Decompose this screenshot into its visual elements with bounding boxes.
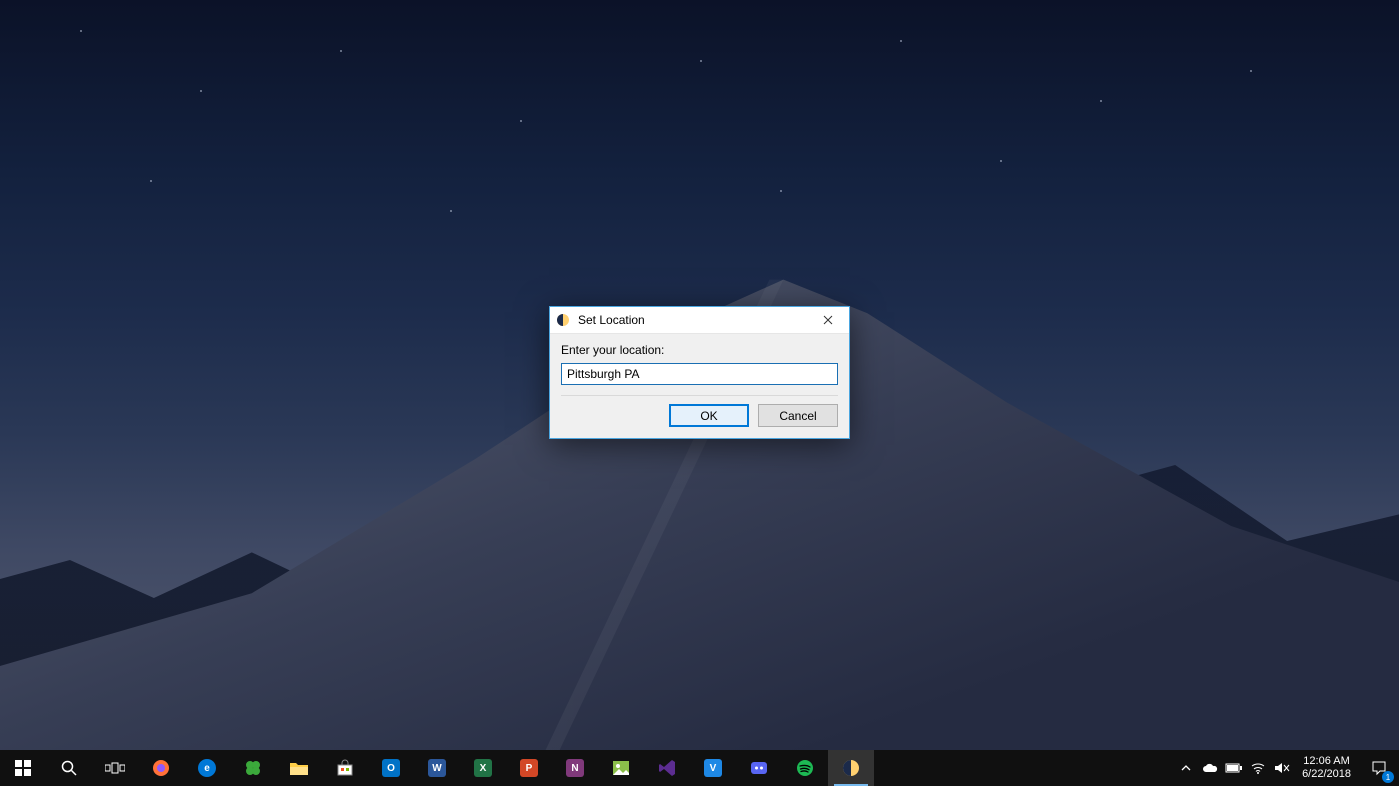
location-input[interactable] bbox=[561, 363, 838, 385]
taskbar-flux-icon[interactable] bbox=[828, 750, 874, 786]
taskbar-task-view-icon[interactable] bbox=[92, 750, 138, 786]
location-label: Enter your location: bbox=[561, 343, 838, 357]
notification-badge: 1 bbox=[1382, 771, 1394, 783]
taskbar-spotify-icon[interactable] bbox=[782, 750, 828, 786]
set-location-dialog: Set Location Enter your location: OK Can… bbox=[549, 306, 850, 439]
taskbar-edge-icon[interactable]: e bbox=[184, 750, 230, 786]
taskbar-discord-icon[interactable] bbox=[736, 750, 782, 786]
taskbar-file-explorer-icon[interactable] bbox=[276, 750, 322, 786]
taskbar-outlook-icon[interactable]: O bbox=[368, 750, 414, 786]
taskbar-visual-studio-icon[interactable] bbox=[644, 750, 690, 786]
clock[interactable]: 12:06 AM 6/22/2018 bbox=[1294, 755, 1359, 781]
clock-date: 6/22/2018 bbox=[1302, 768, 1351, 781]
taskbar-image-viewer-icon[interactable] bbox=[598, 750, 644, 786]
taskbar-vnc-icon[interactable]: V bbox=[690, 750, 736, 786]
taskbar-word-icon[interactable]: W bbox=[414, 750, 460, 786]
ok-button[interactable]: OK bbox=[669, 404, 749, 427]
taskbar-excel-icon[interactable]: X bbox=[460, 750, 506, 786]
app-icon bbox=[550, 307, 576, 333]
taskbar-clover-icon[interactable] bbox=[230, 750, 276, 786]
action-center-icon[interactable]: 1 bbox=[1359, 750, 1399, 786]
clock-time: 12:06 AM bbox=[1303, 755, 1349, 768]
close-button[interactable] bbox=[807, 307, 849, 334]
dialog-titlebar[interactable]: Set Location bbox=[550, 307, 849, 334]
taskbar-firefox-icon[interactable] bbox=[138, 750, 184, 786]
onedrive-icon[interactable] bbox=[1198, 750, 1222, 786]
dialog-body: Enter your location: OK Cancel bbox=[550, 334, 849, 438]
separator bbox=[561, 395, 838, 396]
tray-overflow-icon[interactable] bbox=[1174, 750, 1198, 786]
taskbar-search-icon[interactable] bbox=[46, 750, 92, 786]
taskbar-powerpoint-icon[interactable]: P bbox=[506, 750, 552, 786]
taskbar-onenote-icon[interactable]: N bbox=[552, 750, 598, 786]
taskbar: e OWXPN V 12:06 AM 6/22/2018 1 bbox=[0, 750, 1399, 786]
taskbar-start-icon[interactable] bbox=[0, 750, 46, 786]
volume-muted-icon[interactable] bbox=[1270, 750, 1294, 786]
battery-icon[interactable] bbox=[1222, 750, 1246, 786]
cancel-button[interactable]: Cancel bbox=[758, 404, 838, 427]
wifi-icon[interactable] bbox=[1246, 750, 1270, 786]
dialog-title: Set Location bbox=[576, 313, 807, 327]
system-tray: 12:06 AM 6/22/2018 1 bbox=[1174, 750, 1399, 786]
taskbar-microsoft-store-icon[interactable] bbox=[322, 750, 368, 786]
